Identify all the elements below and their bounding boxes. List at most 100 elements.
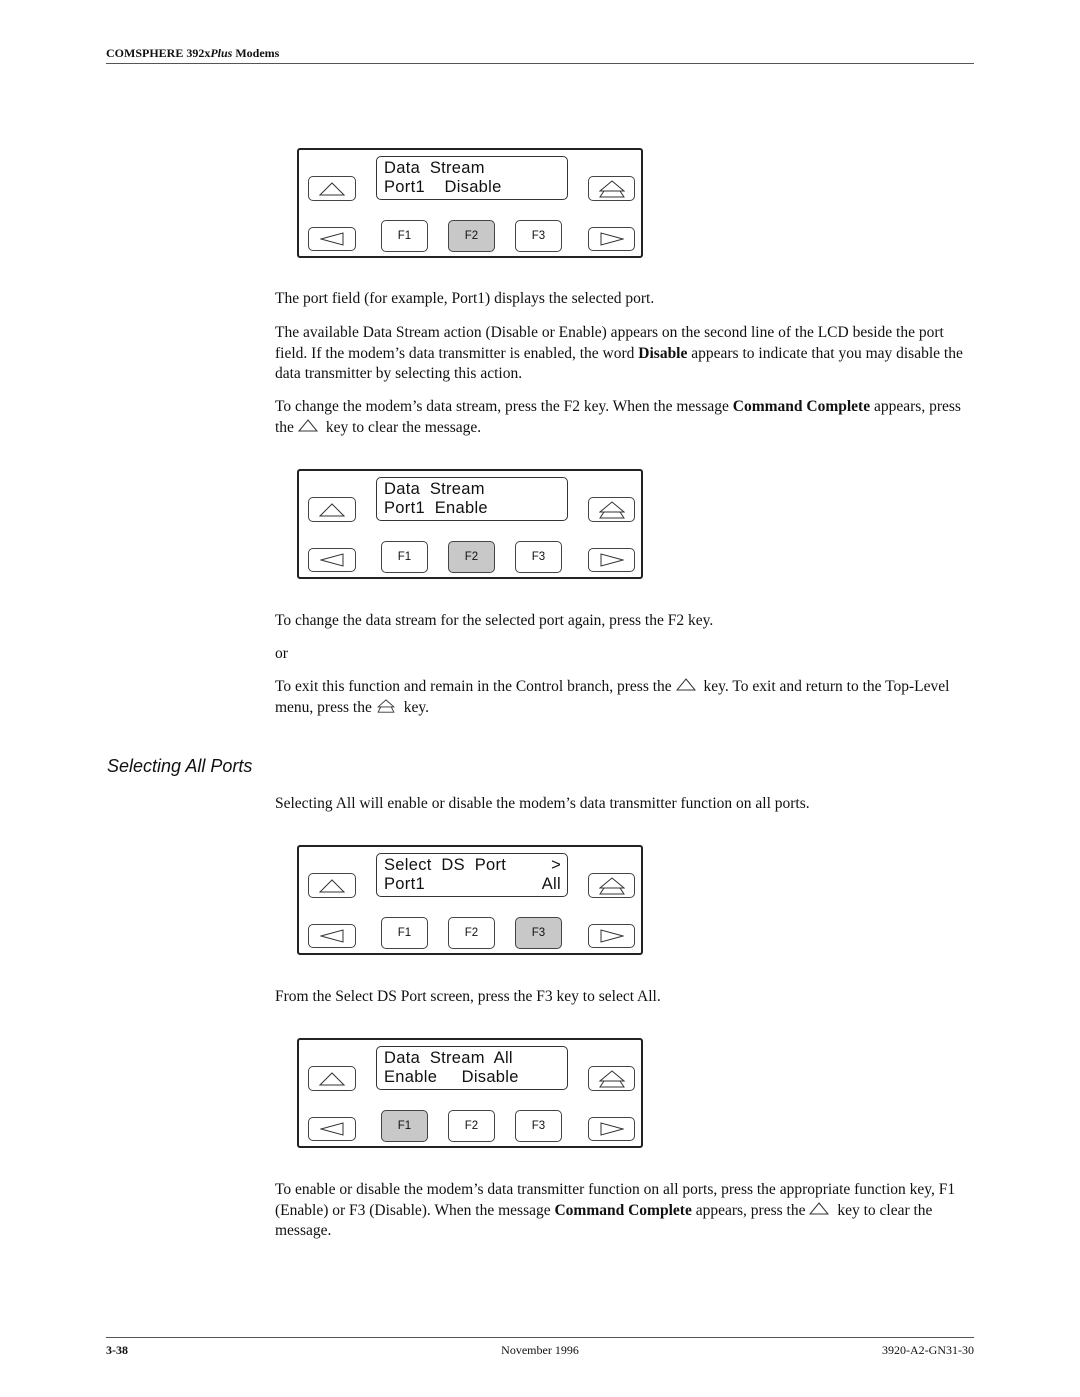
lcd-line-2: Enable Disable bbox=[384, 1068, 561, 1087]
f1-key[interactable]: F1 bbox=[381, 917, 428, 949]
lcd-line-1-right: > bbox=[551, 856, 561, 874]
f3-key[interactable]: F3 bbox=[515, 1110, 562, 1142]
paragraph-or: or bbox=[275, 645, 288, 662]
f2-label: F2 bbox=[464, 927, 479, 939]
modem-front-panel: Select DS Port > Port1 All F1 F2 F3 bbox=[297, 845, 643, 955]
top-level-key[interactable] bbox=[588, 497, 635, 522]
right-arrow-key-icon bbox=[600, 232, 624, 246]
paragraph-exit-function: To exit this function and remain in the … bbox=[275, 677, 975, 718]
f2-label: F2 bbox=[464, 551, 479, 563]
document-id: 3920-A2-GN31-30 bbox=[882, 1343, 974, 1357]
bold-disable: Disable bbox=[638, 344, 688, 362]
lcd-line-2-left: Port1 Disable bbox=[384, 178, 502, 196]
header-italic: Plus bbox=[210, 46, 233, 60]
text: To exit this function and remain in the … bbox=[275, 678, 672, 695]
up-arrow-key-icon bbox=[319, 1071, 345, 1085]
f3-key[interactable]: F3 bbox=[515, 917, 562, 949]
lcd-display: Data Stream Port1 Disable bbox=[376, 156, 568, 200]
left-arrow-key-icon bbox=[320, 553, 344, 567]
up-arrow-key-icon bbox=[675, 678, 697, 692]
left-arrow-key[interactable] bbox=[308, 227, 356, 251]
f3-label: F3 bbox=[531, 1120, 546, 1132]
paragraph-change-again: To change the data stream for the select… bbox=[275, 612, 714, 629]
lcd-line-2-left: Port1 Enable bbox=[384, 499, 488, 517]
f2-key[interactable]: F2 bbox=[448, 917, 495, 949]
left-arrow-key-icon bbox=[320, 929, 344, 943]
f2-key[interactable]: F2 bbox=[448, 541, 495, 573]
up-arrow-key[interactable] bbox=[308, 873, 356, 898]
lcd-line-1: Data Stream All bbox=[384, 1049, 561, 1068]
f1-key[interactable]: F1 bbox=[381, 220, 428, 252]
f3-label: F3 bbox=[531, 927, 546, 939]
right-arrow-key-icon bbox=[600, 553, 624, 567]
right-arrow-key[interactable] bbox=[588, 924, 635, 948]
up-arrow-key-icon bbox=[808, 1201, 830, 1216]
f2-label: F2 bbox=[464, 230, 479, 242]
modem-front-panel: Data Stream Port1 Enable F1 F2 F3 bbox=[297, 469, 643, 579]
lcd-line-1-left: Select DS Port bbox=[384, 856, 507, 874]
modem-front-panel: Data Stream All Enable Disable F1 F2 F3 bbox=[297, 1038, 643, 1148]
left-arrow-key-icon bbox=[320, 1122, 344, 1136]
running-header: COMSPHERE 392xPlus Modems bbox=[106, 46, 279, 61]
text: To change the modem’s data stream, press… bbox=[275, 398, 733, 415]
lcd-line-1: Select DS Port > bbox=[384, 856, 561, 875]
f1-label: F1 bbox=[397, 1120, 412, 1132]
left-arrow-key[interactable] bbox=[308, 1117, 356, 1141]
lcd-line-1-left: Data Stream bbox=[384, 480, 485, 498]
f3-key[interactable]: F3 bbox=[515, 541, 562, 573]
top-level-double-arrow-key-icon bbox=[598, 500, 625, 518]
f1-key[interactable]: F1 bbox=[381, 541, 428, 573]
bold-command-complete: Command Complete bbox=[732, 398, 871, 415]
lcd-line-1-left: Data Stream bbox=[384, 159, 485, 177]
top-level-double-arrow-key-icon bbox=[375, 698, 397, 713]
top-level-key[interactable] bbox=[588, 176, 635, 201]
f1-label: F1 bbox=[397, 551, 412, 563]
lcd-display: Data Stream All Enable Disable bbox=[376, 1046, 568, 1090]
lcd-line-2: Port1 Disable bbox=[384, 178, 561, 197]
header-rule bbox=[106, 63, 974, 64]
f2-key[interactable]: F2 bbox=[448, 1110, 495, 1142]
paragraph-change-data-stream: To change the modem’s data stream, press… bbox=[275, 397, 975, 438]
right-arrow-key[interactable] bbox=[588, 1117, 635, 1141]
text: key. bbox=[399, 698, 429, 716]
lcd-line-2-left: Enable Disable bbox=[384, 1068, 519, 1086]
left-arrow-key[interactable] bbox=[308, 548, 356, 572]
f3-key[interactable]: F3 bbox=[515, 220, 562, 252]
modem-front-panel: Data Stream Port1 Disable F1 F2 F3 bbox=[297, 148, 643, 258]
top-level-double-arrow-key-icon bbox=[598, 876, 625, 894]
lcd-line-2: Port1 Enable bbox=[384, 499, 561, 518]
header-text: COMSPHERE 392x bbox=[106, 46, 211, 60]
lcd-line-2: Port1 All bbox=[384, 875, 561, 894]
up-arrow-key[interactable] bbox=[308, 1066, 356, 1091]
top-level-double-arrow-key-icon bbox=[598, 179, 625, 197]
f3-label: F3 bbox=[531, 551, 546, 563]
up-arrow-key-icon bbox=[319, 878, 345, 892]
header-suffix: Modems bbox=[232, 46, 280, 60]
up-arrow-key[interactable] bbox=[308, 176, 356, 201]
lcd-display: Select DS Port > Port1 All bbox=[376, 853, 568, 897]
f1-key[interactable]: F1 bbox=[381, 1110, 428, 1142]
footer-rule bbox=[106, 1337, 974, 1338]
right-arrow-key[interactable] bbox=[588, 548, 635, 572]
right-arrow-key[interactable] bbox=[588, 227, 635, 251]
top-level-double-arrow-key-icon bbox=[598, 1069, 625, 1087]
lcd-line-1: Data Stream bbox=[384, 159, 561, 178]
right-arrow-key-icon bbox=[600, 1122, 624, 1136]
lcd-display: Data Stream Port1 Enable bbox=[376, 477, 568, 521]
f2-label: F2 bbox=[464, 1120, 479, 1132]
paragraph-from-select-ds-port: From the Select DS Port screen, press th… bbox=[275, 988, 661, 1005]
up-arrow-key-icon bbox=[319, 502, 345, 516]
f1-label: F1 bbox=[397, 927, 412, 939]
lcd-line-2-right: All bbox=[541, 875, 561, 893]
top-level-key[interactable] bbox=[588, 1066, 635, 1091]
text: key to clear the message. bbox=[321, 418, 482, 436]
f2-key[interactable]: F2 bbox=[448, 220, 495, 252]
paragraph-port-field: The port field (for example, Port1) disp… bbox=[275, 290, 655, 307]
paragraph-selecting-all: Selecting All will enable or disable the… bbox=[275, 795, 810, 812]
lcd-line-2-left: Port1 bbox=[384, 875, 425, 893]
left-arrow-key[interactable] bbox=[308, 924, 356, 948]
up-arrow-key[interactable] bbox=[308, 497, 356, 522]
right-arrow-key-icon bbox=[600, 929, 624, 943]
text: appears, press the bbox=[691, 1201, 806, 1219]
top-level-key[interactable] bbox=[588, 873, 635, 898]
